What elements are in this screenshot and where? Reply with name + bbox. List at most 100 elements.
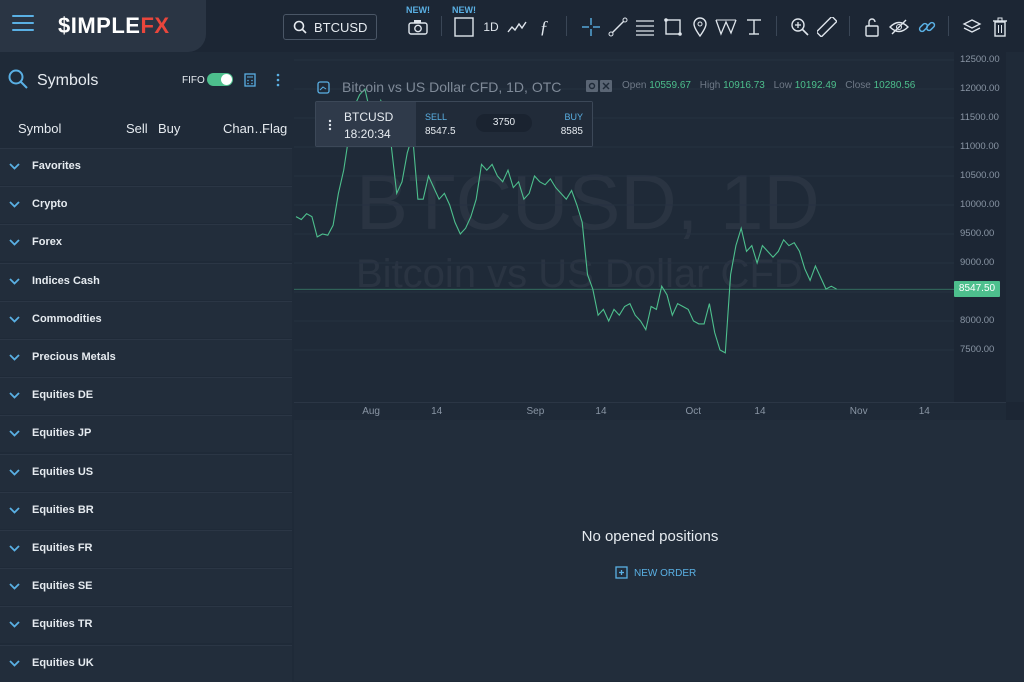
logo: $IMPLEFX (58, 13, 170, 38)
y-tick-label: 12500.00 (960, 54, 1000, 65)
category-row[interactable]: Equities JP (0, 415, 292, 453)
category-label: Equities DE (32, 389, 94, 402)
ohlc-open: 10559.67 (649, 80, 691, 91)
y-tick-label: 7500.00 (960, 344, 995, 355)
ruler-button[interactable] (816, 14, 838, 40)
trash-icon (993, 17, 1007, 37)
category-label: Forex (32, 236, 62, 249)
ohlc-low: 10192.49 (794, 80, 837, 91)
sell-price[interactable]: 8547.5 (425, 126, 456, 137)
chevron-down-icon (9, 316, 20, 323)
measure-button[interactable] (743, 14, 765, 40)
zoom-icon (791, 18, 809, 36)
column-buy[interactable]: Buy (158, 121, 180, 136)
category-label: Equities UK (32, 656, 94, 669)
category-row[interactable]: Precious Metals (0, 339, 292, 376)
category-row[interactable]: Crypto (0, 186, 292, 224)
no-positions-message: No opened positions (581, 528, 719, 545)
chart-symbol-icon[interactable] (317, 81, 330, 94)
eye-icon (889, 19, 909, 35)
column-flag[interactable]: Flag (262, 121, 287, 136)
function-icon[interactable]: ƒ (535, 14, 553, 40)
trash-button[interactable] (990, 14, 1010, 40)
ohlc-high: 10916.73 (723, 80, 765, 91)
time-axis[interactable]: Aug 14 Sep 14 Oct 14 Nov 14 (294, 402, 1006, 420)
trade-symbol-panel: BTCUSD 18:20:34 (316, 102, 416, 146)
category-row[interactable]: Equities TR (0, 606, 292, 644)
x-tick-label: 14 (918, 406, 930, 417)
category-label: Precious Metals (32, 351, 116, 363)
menu-icon[interactable] (12, 15, 34, 35)
category-row[interactable]: Favorites (0, 148, 292, 185)
category-row[interactable]: Indices Cash (0, 262, 292, 300)
category-label: Commodities (32, 312, 102, 325)
category-row[interactable]: Equities DE (0, 377, 292, 415)
zoom-button[interactable] (789, 14, 811, 40)
category-label: Indices Cash (32, 274, 100, 287)
toolbar-separator (566, 16, 567, 36)
more-vertical-icon[interactable] (276, 73, 280, 87)
price-axis[interactable]: 12500.00 12000.00 11500.00 11000.00 10500.00… (954, 52, 1006, 402)
link-button[interactable] (916, 14, 938, 40)
trade-symbol: BTCUSD (344, 110, 394, 124)
x-tick-label: Nov (849, 406, 868, 417)
chevron-down-icon (9, 354, 20, 361)
category-label: Equities FR (32, 542, 93, 554)
hide-button[interactable] (888, 14, 910, 40)
column-change[interactable]: Chan… (223, 121, 267, 136)
calculator-icon[interactable] (244, 73, 256, 87)
fib-icon (636, 20, 654, 36)
symbol-search[interactable]: BTCUSD (283, 14, 377, 40)
category-row[interactable]: Equities FR (0, 530, 292, 567)
trend-line-icon (608, 17, 628, 37)
camera-icon (408, 20, 428, 35)
category-row[interactable]: Equities SE (0, 568, 292, 606)
brand-area: $IMPLEFX (0, 0, 206, 52)
pattern-button[interactable] (713, 14, 739, 40)
lock-button[interactable] (862, 14, 882, 40)
crosshair-button[interactable] (580, 14, 602, 40)
chevron-down-icon (9, 163, 20, 170)
fib-button[interactable] (634, 14, 656, 40)
layout-button[interactable] (452, 14, 476, 40)
trade-prices-panel: SELL 8547.5 3750 BUY 8585 (416, 102, 592, 146)
category-row[interactable]: Commodities (0, 300, 292, 338)
pin-button[interactable] (690, 14, 710, 40)
chevron-down-icon (9, 507, 20, 514)
category-row[interactable]: Equities US (0, 453, 292, 491)
category-label: Equities US (32, 465, 94, 478)
camera-button[interactable] (406, 14, 430, 40)
ohlc-close: 10280.56 (873, 80, 916, 91)
category-row[interactable]: Forex (0, 224, 292, 262)
new-order-button[interactable]: NEW ORDER (615, 566, 696, 580)
column-symbol[interactable]: Symbol (18, 121, 61, 136)
chevron-down-icon (9, 430, 20, 438)
column-sell[interactable]: Sell (126, 121, 148, 136)
search-icon[interactable] (8, 69, 28, 89)
y-tick-label: 12000.00 (960, 83, 1000, 94)
chart-area[interactable]: BTCUSD, 1D Bitcoin vs US Dollar CFD Bitc… (294, 52, 1024, 402)
interval-button[interactable]: 1D (481, 14, 501, 40)
trend-line-button[interactable] (607, 14, 629, 40)
more-vertical-icon[interactable] (328, 119, 332, 131)
category-label: Equities JP (32, 427, 92, 440)
category-label: Crypto (32, 198, 68, 211)
chart-type-button[interactable] (506, 14, 528, 40)
link-icon (918, 21, 936, 33)
square-icon (454, 17, 474, 37)
x-tick-label: Oct (685, 406, 702, 417)
chevron-down-icon (9, 659, 20, 667)
category-row[interactable]: Equities BR (0, 491, 292, 529)
symbols-title: Symbols (37, 72, 99, 89)
layers-button[interactable] (961, 14, 983, 40)
settings-icon[interactable] (586, 80, 612, 92)
category-row[interactable]: Equities UK (0, 644, 292, 682)
chevron-down-icon (9, 201, 20, 208)
sell-label[interactable]: SELL (425, 112, 447, 122)
positions-panel: No opened positions NEW ORDER (294, 420, 1024, 681)
fifo-toggle[interactable] (207, 73, 233, 86)
rectangle-button[interactable] (662, 14, 684, 40)
symbol-search-value: BTCUSD (314, 20, 368, 35)
buy-label[interactable]: BUY (564, 112, 583, 122)
buy-price[interactable]: 8585 (561, 126, 583, 137)
